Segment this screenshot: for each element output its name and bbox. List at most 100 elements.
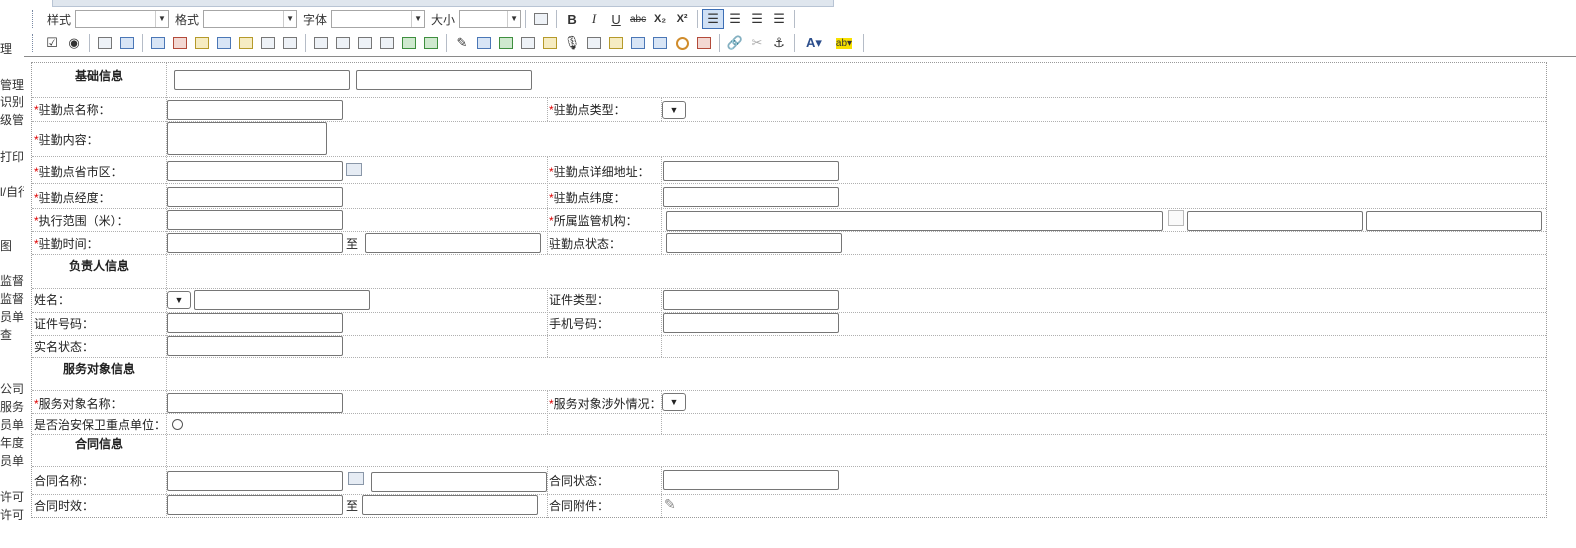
service-name-input[interactable] [167, 393, 343, 413]
word-tool-button[interactable] [627, 33, 649, 53]
strikethrough-button[interactable]: abc [627, 9, 649, 29]
left-nav-item[interactable]: 许可 [0, 488, 24, 505]
contract-period-start-input[interactable] [167, 495, 343, 515]
left-nav-item[interactable]: 管理 [0, 76, 24, 93]
basic-info-field-1[interactable] [174, 70, 350, 90]
subscript-button[interactable]: X₂ [649, 9, 671, 29]
code-tool-button[interactable] [376, 33, 398, 53]
name-prefix-select[interactable]: ▼ [167, 291, 191, 309]
left-nav-item[interactable]: 图 [0, 237, 12, 254]
contract-status-input[interactable] [663, 470, 839, 490]
image-tool-button[interactable] [398, 33, 420, 53]
size-select[interactable]: ▼ [459, 10, 522, 28]
align-left-button[interactable]: ☰ [702, 9, 725, 29]
supervisor-org-extra-input[interactable] [1366, 211, 1542, 231]
font-select[interactable]: ▼ [331, 10, 426, 28]
textarea-tool-button[interactable] [116, 33, 138, 53]
toolbar-grip[interactable] [32, 10, 37, 28]
cert-type-input[interactable] [663, 290, 839, 310]
toolbar-grip[interactable] [32, 34, 37, 52]
left-nav-item[interactable]: 员单 [0, 308, 24, 325]
format-select[interactable]: ▼ [203, 10, 298, 28]
station-content-textarea[interactable] [167, 122, 327, 155]
left-nav-item[interactable]: 监督 [0, 272, 24, 289]
list-tool-button[interactable] [147, 33, 169, 53]
region-picker-icon[interactable] [346, 163, 362, 176]
left-nav-item[interactable]: l/自行 [0, 183, 24, 200]
anchor-button[interactable]: ⚓ [768, 33, 790, 53]
preview-button[interactable] [530, 9, 552, 29]
exec-range-input[interactable] [167, 210, 343, 230]
contract-name-input[interactable] [167, 471, 343, 491]
left-nav-item[interactable]: 监督 [0, 290, 24, 307]
picture-tool-button[interactable] [495, 33, 517, 53]
contract-picker-icon[interactable] [348, 472, 364, 485]
doc-tool-button[interactable] [354, 33, 376, 53]
color-wheel-tool-button[interactable] [671, 33, 693, 53]
textfield-tool-button[interactable] [94, 33, 116, 53]
station-lng-input[interactable] [167, 187, 343, 207]
service-foreign-select[interactable]: ▼ [662, 393, 686, 411]
supervisor-org-code-input[interactable] [1187, 211, 1363, 231]
superscript-button[interactable]: X² [671, 9, 693, 29]
contract-period-end-input[interactable] [362, 495, 538, 515]
mic-tool-button[interactable]: 🎙 [561, 33, 583, 53]
station-status-input[interactable] [666, 233, 842, 253]
user-tool-button[interactable] [191, 33, 213, 53]
style-select[interactable]: ▼ [75, 10, 170, 28]
left-nav-item[interactable]: 员单 [0, 416, 24, 433]
left-nav-item[interactable]: 年度 [0, 434, 24, 451]
org-tool-button[interactable] [213, 33, 235, 53]
cert-no-input[interactable] [167, 313, 343, 333]
select-tool-button[interactable] [257, 33, 279, 53]
left-nav-item[interactable]: 级管 [0, 111, 24, 128]
supervisor-org-input[interactable] [666, 211, 1163, 231]
phone-input[interactable] [663, 313, 839, 333]
bold-button[interactable]: B [561, 9, 583, 29]
checkbox-tool-button[interactable]: ☑ [41, 33, 63, 53]
camera-tool-button[interactable] [517, 33, 539, 53]
bg-color-button[interactable]: ab▾ [829, 33, 859, 53]
station-name-input[interactable] [167, 100, 343, 120]
paperclip-icon[interactable]: ✎ [664, 496, 676, 513]
left-nav-item[interactable]: 查 [0, 326, 12, 343]
align-justify-button[interactable]: ☰ [768, 9, 790, 29]
text-color-button[interactable]: A▾ [799, 33, 829, 53]
key-unit-radio[interactable] [172, 419, 183, 430]
align-right-button[interactable]: ☰ [746, 9, 768, 29]
left-nav-item[interactable]: 打印 [0, 148, 24, 165]
left-nav-item[interactable]: 公司 [0, 380, 24, 397]
left-nav-item[interactable]: 识别 [0, 93, 24, 110]
name-input[interactable] [194, 290, 370, 310]
left-nav-item[interactable]: 许可 [0, 506, 24, 523]
left-nav-item[interactable]: 员单 [0, 452, 24, 469]
calendar-tool-button[interactable] [169, 33, 191, 53]
chart-tool-button[interactable] [649, 33, 671, 53]
map-tool-button[interactable] [539, 33, 561, 53]
station-address-input[interactable] [663, 161, 839, 181]
station-time-end-input[interactable] [365, 233, 541, 253]
link-button[interactable]: 🔗 [724, 33, 746, 53]
station-region-input[interactable] [167, 161, 343, 181]
underline-button[interactable]: U [605, 9, 627, 29]
layers-tool-button[interactable] [473, 33, 495, 53]
qrcode-tool-button[interactable] [583, 33, 605, 53]
align-center-button[interactable]: ☰ [724, 9, 746, 29]
station-lat-input[interactable] [663, 187, 839, 207]
station-time-start-input[interactable] [167, 233, 343, 253]
basic-info-field-2[interactable] [356, 70, 532, 90]
attach-tool-button[interactable]: ✎ [451, 33, 473, 53]
radio-tool-button[interactable]: ◉ [63, 33, 85, 53]
left-nav-item[interactable]: 理 [0, 40, 12, 57]
left-nav-item[interactable]: 服务 [0, 398, 24, 415]
realname-status-input[interactable] [167, 336, 343, 356]
hidden-field-tool-button[interactable] [310, 33, 332, 53]
station-type-select[interactable]: ▼ [662, 101, 686, 119]
group-tool-button[interactable] [235, 33, 257, 53]
italic-button[interactable]: I [583, 9, 605, 29]
table-tool-button[interactable] [420, 33, 442, 53]
unlink-button[interactable]: ✂ [746, 33, 768, 53]
contract-code-input[interactable] [371, 472, 547, 492]
stamp-tool-button[interactable] [693, 33, 715, 53]
dialog-tool-button[interactable] [279, 33, 301, 53]
